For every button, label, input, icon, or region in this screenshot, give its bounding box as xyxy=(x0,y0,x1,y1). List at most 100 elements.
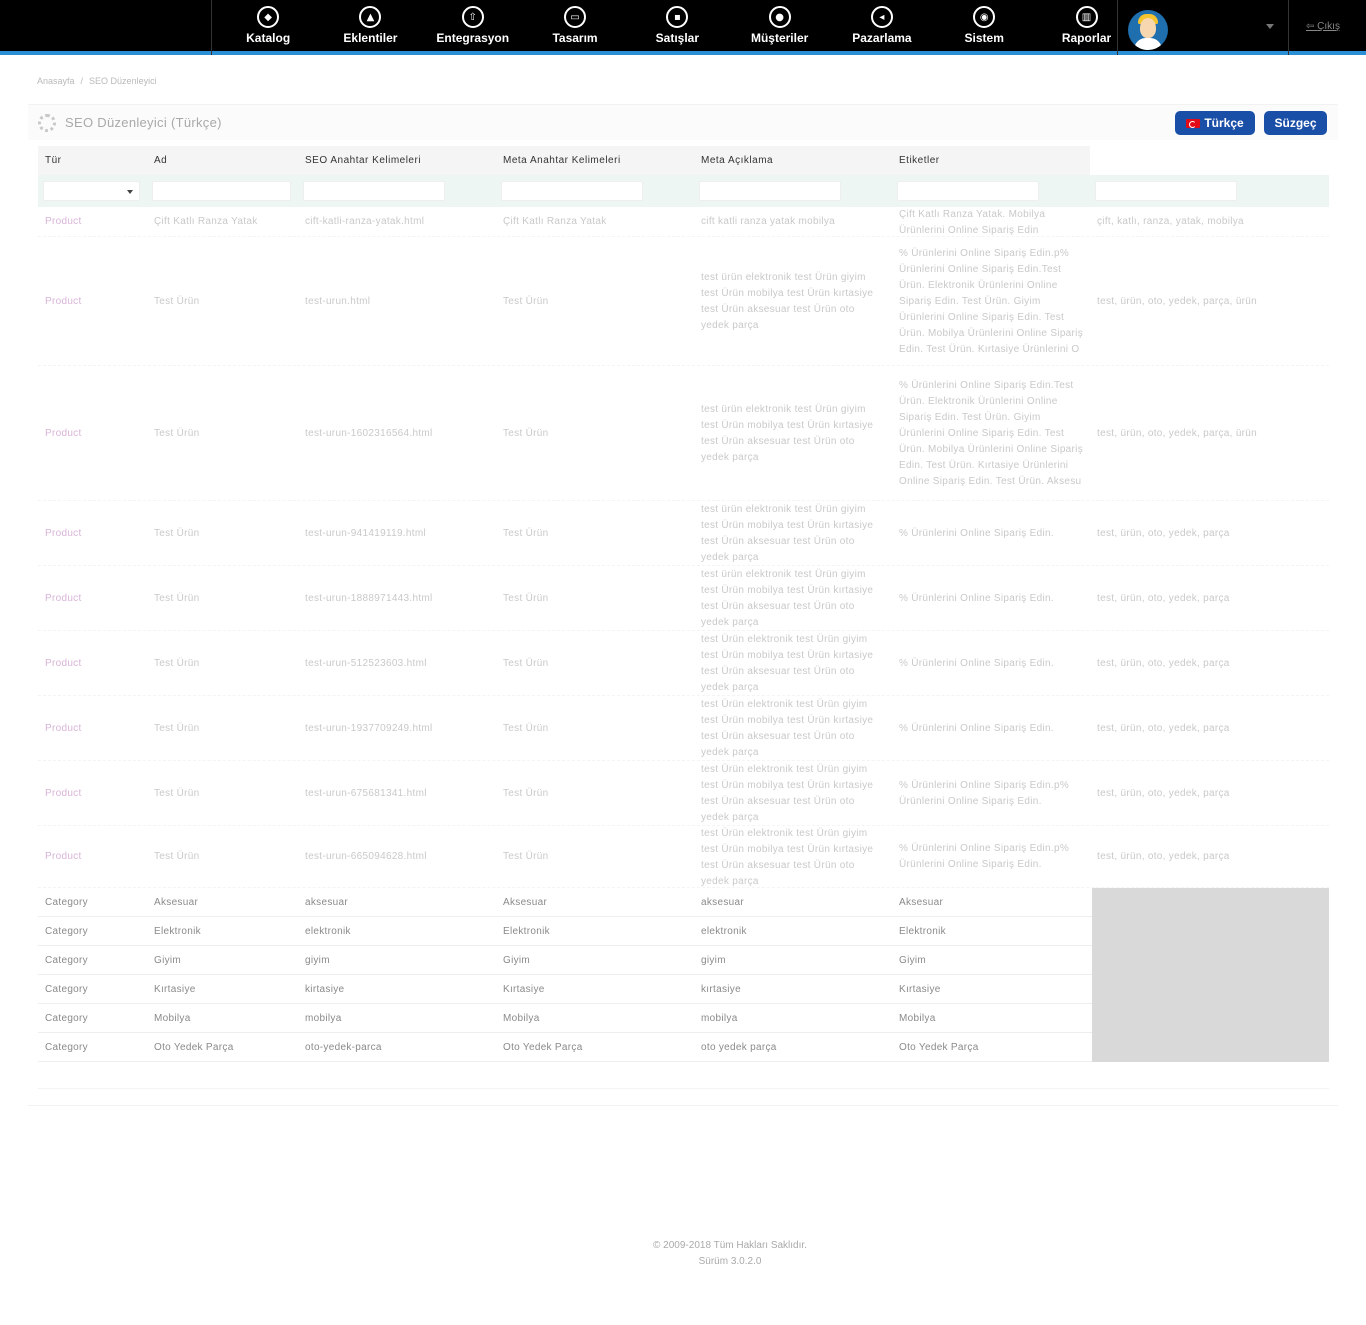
table-cell-meta-desc[interactable]: aksesuar xyxy=(701,895,885,911)
table-cell-type[interactable]: Product xyxy=(45,656,140,672)
nav-item-tasarım[interactable]: ▭ Tasarım xyxy=(524,0,626,55)
table-cell-desc2[interactable]: Oto Yedek Parça xyxy=(899,1040,1083,1056)
table-cell-name[interactable]: Elektronik xyxy=(154,924,291,940)
table-row[interactable]: Category Giyim giyim Giyim giyim Giyim xyxy=(38,946,1329,975)
table-cell-tags[interactable]: test, ürün, oto, yedek, parça, ürün xyxy=(1097,426,1322,442)
table-cell-seo[interactable]: test-urun-941419119.html xyxy=(305,526,489,542)
table-row[interactable]: Category Mobilya mobilya Mobilya mobilya Mobi… xyxy=(38,1004,1329,1033)
table-cell-name[interactable]: Test Ürün xyxy=(154,294,291,310)
table-cell-meta-desc[interactable]: cift katli ranza yatak mobilya xyxy=(701,214,885,230)
table-cell-type[interactable]: Product xyxy=(45,721,140,737)
table-cell-meta-kw[interactable]: Aksesuar xyxy=(503,895,687,911)
table-cell-tags[interactable]: çift, katlı, ranza, yatak, mobilya xyxy=(1097,214,1322,230)
table-cell-meta-desc[interactable]: mobilya xyxy=(701,1011,885,1027)
table-cell-type[interactable]: Category xyxy=(45,1011,140,1027)
table-cell-seo[interactable]: oto-yedek-parca xyxy=(305,1040,489,1056)
table-cell-meta-kw[interactable]: Test Ürün xyxy=(503,786,687,802)
table-cell-desc2[interactable]: Mobilya xyxy=(899,1011,1083,1027)
table-cell-meta-desc[interactable]: test Ürün elektronik test Ürün giyim tes… xyxy=(701,826,885,890)
table-cell-meta-kw[interactable]: Giyim xyxy=(503,953,687,969)
table-cell-seo[interactable]: test-urun-665094628.html xyxy=(305,849,489,865)
table-cell-meta-desc[interactable]: test ürün elektronik test Ürün giyim tes… xyxy=(701,402,885,466)
nav-item-katalog[interactable]: ◆ Katalog xyxy=(217,0,319,55)
nav-item-pazarlama[interactable]: ◂ Pazarlama xyxy=(831,0,933,55)
nav-item-satışlar[interactable]: ▪ Satışlar xyxy=(626,0,728,55)
table-cell-tags[interactable]: test, ürün, oto, yedek, parça xyxy=(1097,656,1322,672)
breadcrumb-current[interactable]: SEO Düzenleyici xyxy=(89,76,157,86)
table-cell-desc2[interactable]: % Ürünlerini Online Sipariş Edin.p% Ürün… xyxy=(899,778,1083,810)
table-cell-seo[interactable]: elektronik xyxy=(305,924,489,940)
table-cell-meta-desc[interactable]: test Ürün elektronik test Ürün giyim tes… xyxy=(701,632,885,696)
table-cell-desc2[interactable]: % Ürünlerini Online Sipariş Edin. xyxy=(899,526,1083,542)
table-cell-seo[interactable]: test-urun-1888971443.html xyxy=(305,591,489,607)
table-row[interactable]: Product Test Ürün test-urun-1602316564.htm… xyxy=(38,366,1329,501)
table-cell-type[interactable]: Product xyxy=(45,214,140,230)
table-cell-name[interactable]: Kırtasiye xyxy=(154,982,291,998)
column-header[interactable]: Tür xyxy=(38,146,147,175)
table-cell-type[interactable]: Category xyxy=(45,982,140,998)
table-cell-type[interactable]: Category xyxy=(45,895,140,911)
table-cell-meta-kw[interactable]: Kırtasiye xyxy=(503,982,687,998)
table-cell-meta-kw[interactable]: Test Ürün xyxy=(503,526,687,542)
table-cell-type[interactable]: Product xyxy=(45,426,140,442)
table-cell-desc2[interactable]: % Ürünlerini Online Sipariş Edin.p% Ürün… xyxy=(899,246,1083,358)
table-cell-tags[interactable]: test, ürün, oto, yedek, parça xyxy=(1097,591,1322,607)
table-cell-name[interactable]: Test Ürün xyxy=(154,591,291,607)
nav-item-sistem[interactable]: ◉ Sistem xyxy=(933,0,1035,55)
table-cell-desc2[interactable]: % Ürünlerini Online Sipariş Edin. xyxy=(899,656,1083,672)
column-filter-input[interactable] xyxy=(303,181,445,201)
table-cell-desc2[interactable]: Aksesuar xyxy=(899,895,1083,911)
table-cell-tags[interactable]: test, ürün, oto, yedek, parça, ürün xyxy=(1097,294,1322,310)
breadcrumb-home[interactable]: Anasayfa xyxy=(37,76,75,86)
table-cell-meta-kw[interactable]: Test Ürün xyxy=(503,294,687,310)
table-cell-desc2[interactable]: % Ürünlerini Online Sipariş Edin. xyxy=(899,591,1083,607)
user-avatar[interactable] xyxy=(1128,10,1168,50)
nav-item-müşteriler[interactable]: ● Müşteriler xyxy=(728,0,830,55)
table-cell-meta-kw[interactable]: Mobilya xyxy=(503,1011,687,1027)
table-row[interactable]: Product Test Ürün test-urun-941419119.html… xyxy=(38,501,1329,566)
table-cell-type[interactable]: Product xyxy=(45,526,140,542)
table-row[interactable]: Category Aksesuar aksesuar Aksesuar aksesuar… xyxy=(38,888,1329,917)
table-cell-type[interactable]: Product xyxy=(45,786,140,802)
column-filter-input[interactable] xyxy=(1095,181,1237,201)
table-cell-desc2[interactable]: % Ürünlerini Online Sipariş Edin.p% Ürün… xyxy=(899,841,1083,873)
table-cell-desc2[interactable]: Elektronik xyxy=(899,924,1083,940)
column-header[interactable]: Meta Anahtar Kelimeleri xyxy=(496,146,694,175)
table-cell-type[interactable]: Category xyxy=(45,924,140,940)
table-cell-meta-desc[interactable]: kırtasiye xyxy=(701,982,885,998)
table-cell-seo[interactable]: test-urun.html xyxy=(305,294,489,310)
table-cell-meta-kw[interactable]: Oto Yedek Parça xyxy=(503,1040,687,1056)
table-row[interactable]: Product Test Ürün test-urun-1888971443.htm… xyxy=(38,566,1329,631)
table-cell-seo[interactable]: aksesuar xyxy=(305,895,489,911)
table-cell-meta-desc[interactable]: test ürün elektronik test Ürün giyim tes… xyxy=(701,270,885,334)
table-cell-type[interactable]: Product xyxy=(45,591,140,607)
table-cell-seo[interactable]: test-urun-675681341.html xyxy=(305,786,489,802)
nav-item-entegrasyon[interactable]: ⇧ Entegrasyon xyxy=(422,0,524,55)
table-cell-meta-kw[interactable]: Test Ürün xyxy=(503,849,687,865)
column-header[interactable]: Etiketler xyxy=(892,146,1090,175)
table-cell-tags[interactable]: test, ürün, oto, yedek, parça xyxy=(1097,849,1322,865)
language-button[interactable]: Türkçe xyxy=(1175,111,1255,135)
table-cell-desc2[interactable]: % Ürünlerini Online Sipariş Edin.Test Ür… xyxy=(899,378,1083,490)
table-row[interactable]: Product Test Ürün test-urun-512523603.html… xyxy=(38,631,1329,696)
table-cell-type[interactable]: Category xyxy=(45,1040,140,1056)
table-cell-tags[interactable]: test, ürün, oto, yedek, parça xyxy=(1097,721,1322,737)
chevron-down-icon[interactable] xyxy=(1266,24,1274,29)
table-cell-meta-desc[interactable]: oto yedek parça xyxy=(701,1040,885,1056)
table-cell-meta-desc[interactable]: test Ürün elektronik test Ürün giyim tes… xyxy=(701,697,885,761)
table-cell-meta-desc[interactable]: giyim xyxy=(701,953,885,969)
logout-link[interactable]: ⇦ Çıkış xyxy=(1306,21,1340,32)
column-filter-input[interactable] xyxy=(152,181,291,201)
type-filter-select[interactable] xyxy=(43,181,140,201)
table-cell-meta-desc[interactable]: test Ürün elektronik test Ürün giyim tes… xyxy=(701,762,885,826)
table-cell-meta-kw[interactable]: Elektronik xyxy=(503,924,687,940)
column-header[interactable]: Ad xyxy=(147,146,298,175)
table-cell-name[interactable]: Giyim xyxy=(154,953,291,969)
table-row[interactable]: Product Test Ürün test-urun-1937709249.htm… xyxy=(38,696,1329,761)
table-cell-type[interactable]: Product xyxy=(45,849,140,865)
column-filter-input[interactable] xyxy=(699,181,841,201)
table-cell-seo[interactable]: test-urun-1937709249.html xyxy=(305,721,489,737)
table-cell-meta-kw[interactable]: Test Ürün xyxy=(503,591,687,607)
table-cell-desc2[interactable]: Giyim xyxy=(899,953,1083,969)
table-cell-seo[interactable]: mobilya xyxy=(305,1011,489,1027)
